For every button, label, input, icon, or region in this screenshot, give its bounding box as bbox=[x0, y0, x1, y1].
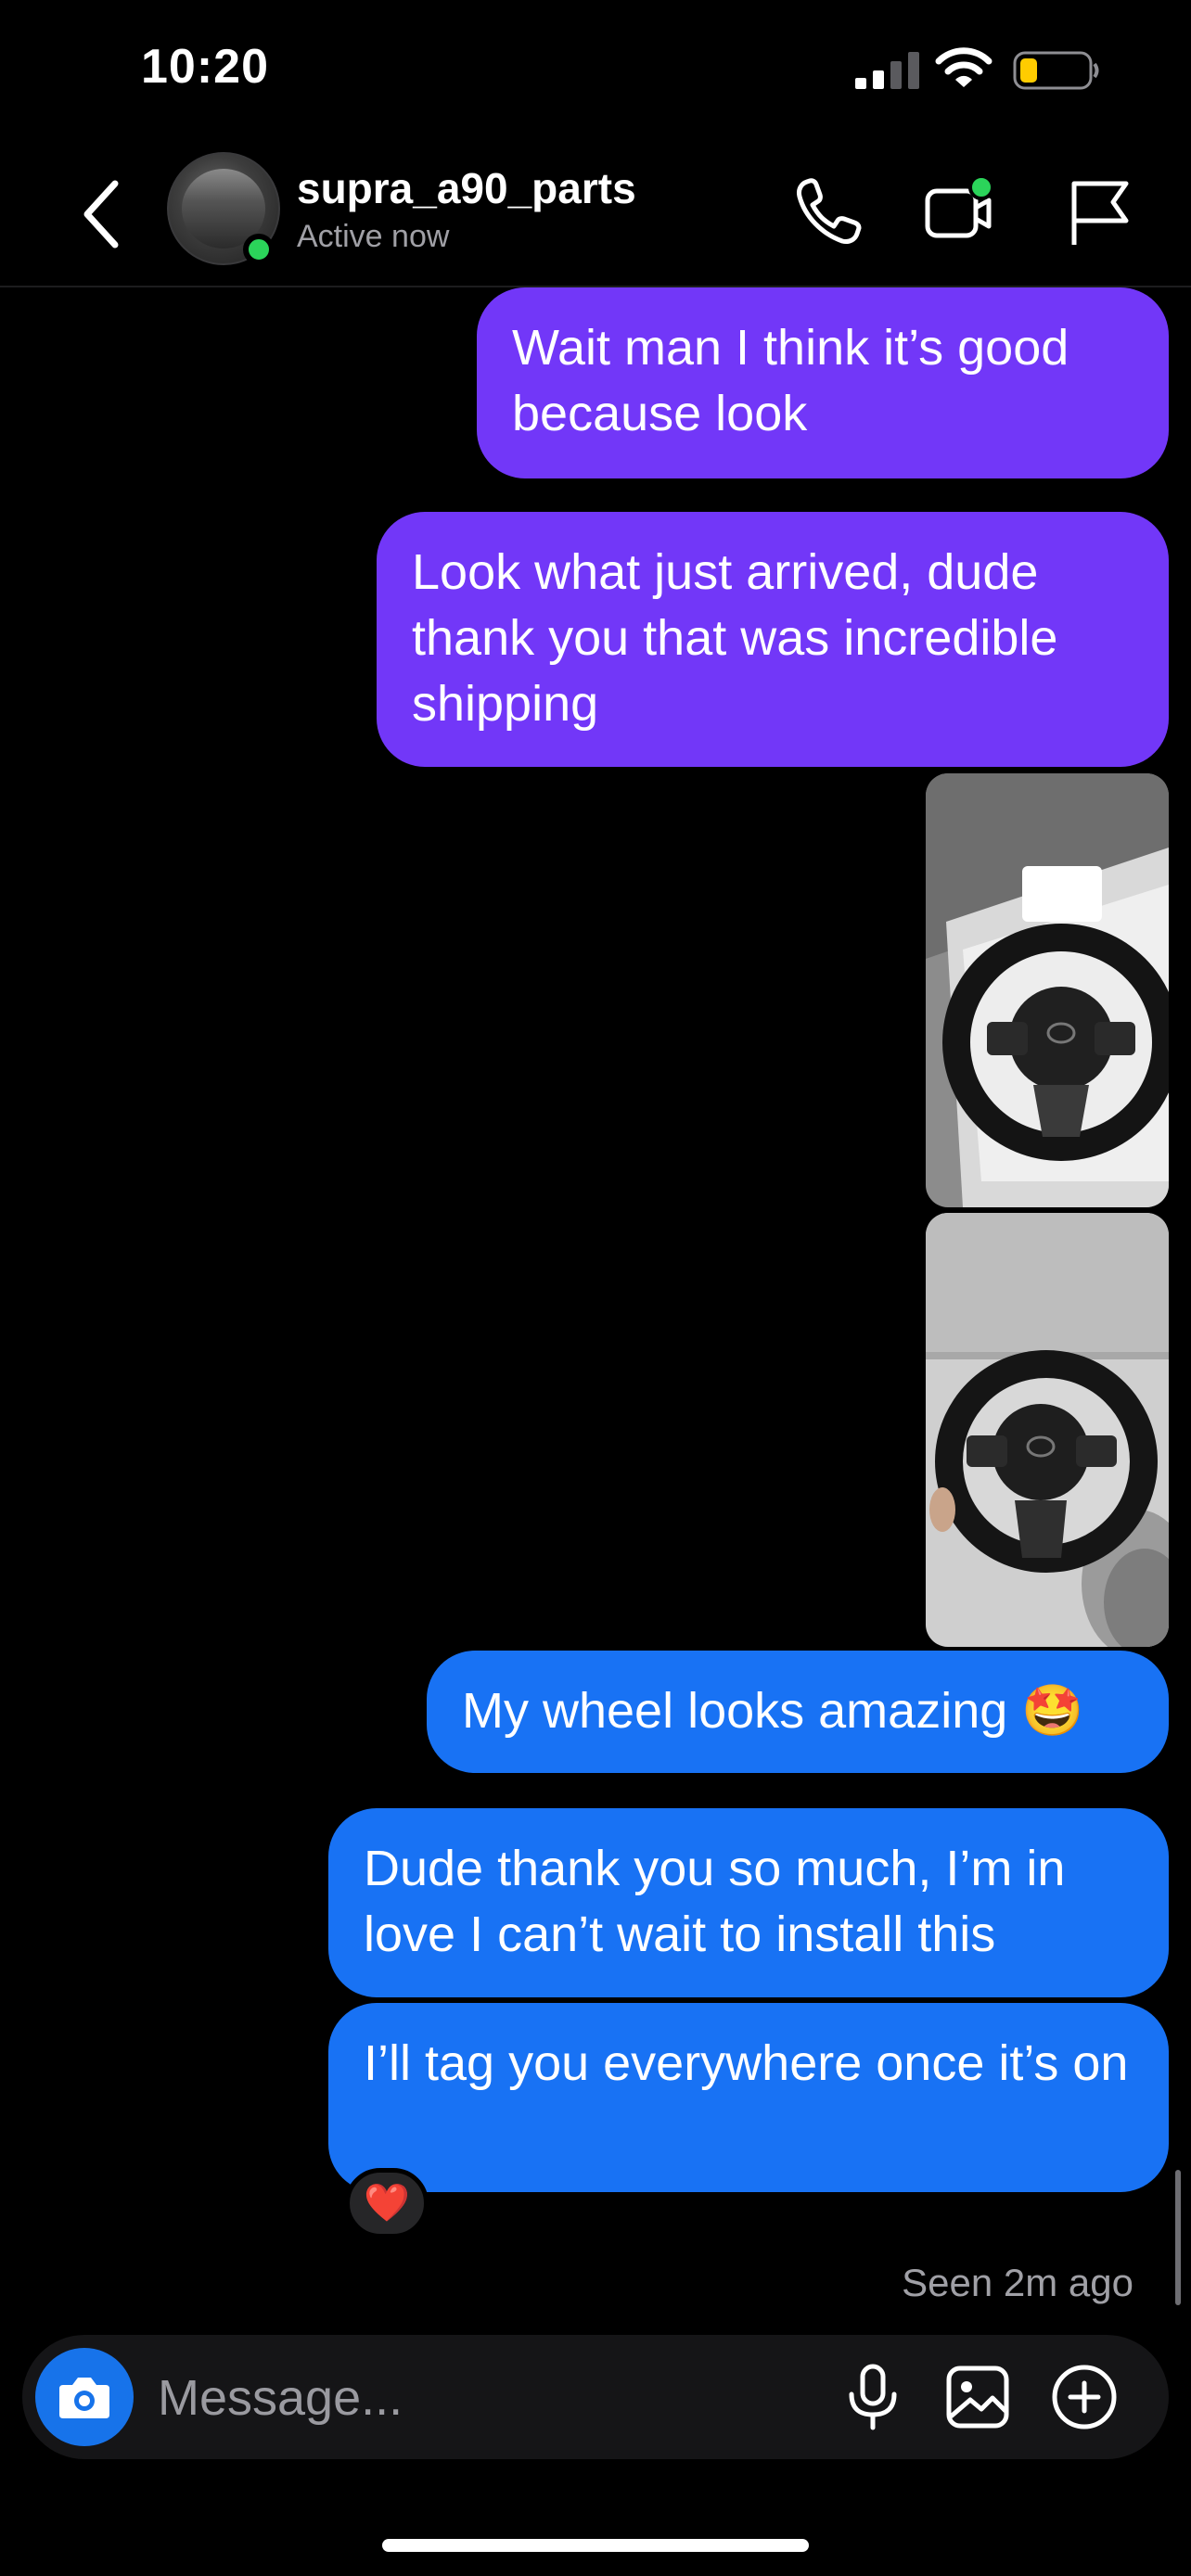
message-composer bbox=[22, 2335, 1169, 2459]
photo-attachment[interactable] bbox=[926, 773, 1169, 1207]
flag-icon[interactable] bbox=[1065, 174, 1135, 249]
seen-receipt: Seen 2m ago bbox=[902, 2261, 1133, 2304]
message-input[interactable] bbox=[156, 2357, 809, 2439]
chat-username[interactable]: supra_a90_parts bbox=[297, 163, 636, 213]
message-bubble[interactable]: Wait man I think it’s good because look bbox=[477, 287, 1169, 478]
heart-reaction[interactable]: ❤️ bbox=[345, 2168, 429, 2238]
chat-header: supra_a90_parts Active now bbox=[0, 139, 1191, 287]
home-indicator[interactable] bbox=[382, 2539, 809, 2552]
gallery-icon[interactable] bbox=[944, 2363, 1013, 2431]
microphone-icon[interactable] bbox=[839, 2363, 907, 2431]
scrollbar[interactable] bbox=[1175, 2170, 1181, 2305]
message-bubble[interactable]: Dude thank you so much, I’m in love I ca… bbox=[328, 1808, 1169, 1997]
avatar[interactable] bbox=[167, 152, 280, 265]
presence-status: Active now bbox=[297, 219, 450, 254]
battery-icon bbox=[1013, 51, 1099, 90]
message-bubble[interactable]: Look what just arrived, dude thank you t… bbox=[377, 512, 1169, 767]
steering-wheel-photo bbox=[926, 773, 1169, 1207]
camera-button[interactable] bbox=[35, 2348, 134, 2446]
camera-icon bbox=[59, 2378, 109, 2418]
cellular-signal-icon bbox=[855, 52, 919, 89]
steering-wheel-photo bbox=[926, 1213, 1169, 1647]
add-icon[interactable] bbox=[1050, 2363, 1119, 2431]
photo-attachment[interactable] bbox=[926, 1213, 1169, 1647]
chevron-left-icon[interactable] bbox=[78, 178, 124, 250]
phone-icon[interactable] bbox=[794, 174, 864, 249]
message-bubble[interactable]: My wheel looks amazing 🤩 bbox=[427, 1651, 1169, 1773]
online-indicator bbox=[243, 234, 275, 265]
video-camera-icon[interactable] bbox=[924, 174, 994, 249]
message-bubble[interactable]: I’ll tag you everywhere once it’s on bbox=[328, 2003, 1169, 2192]
status-time: 10:20 bbox=[141, 40, 269, 94]
wifi-icon bbox=[935, 47, 992, 87]
